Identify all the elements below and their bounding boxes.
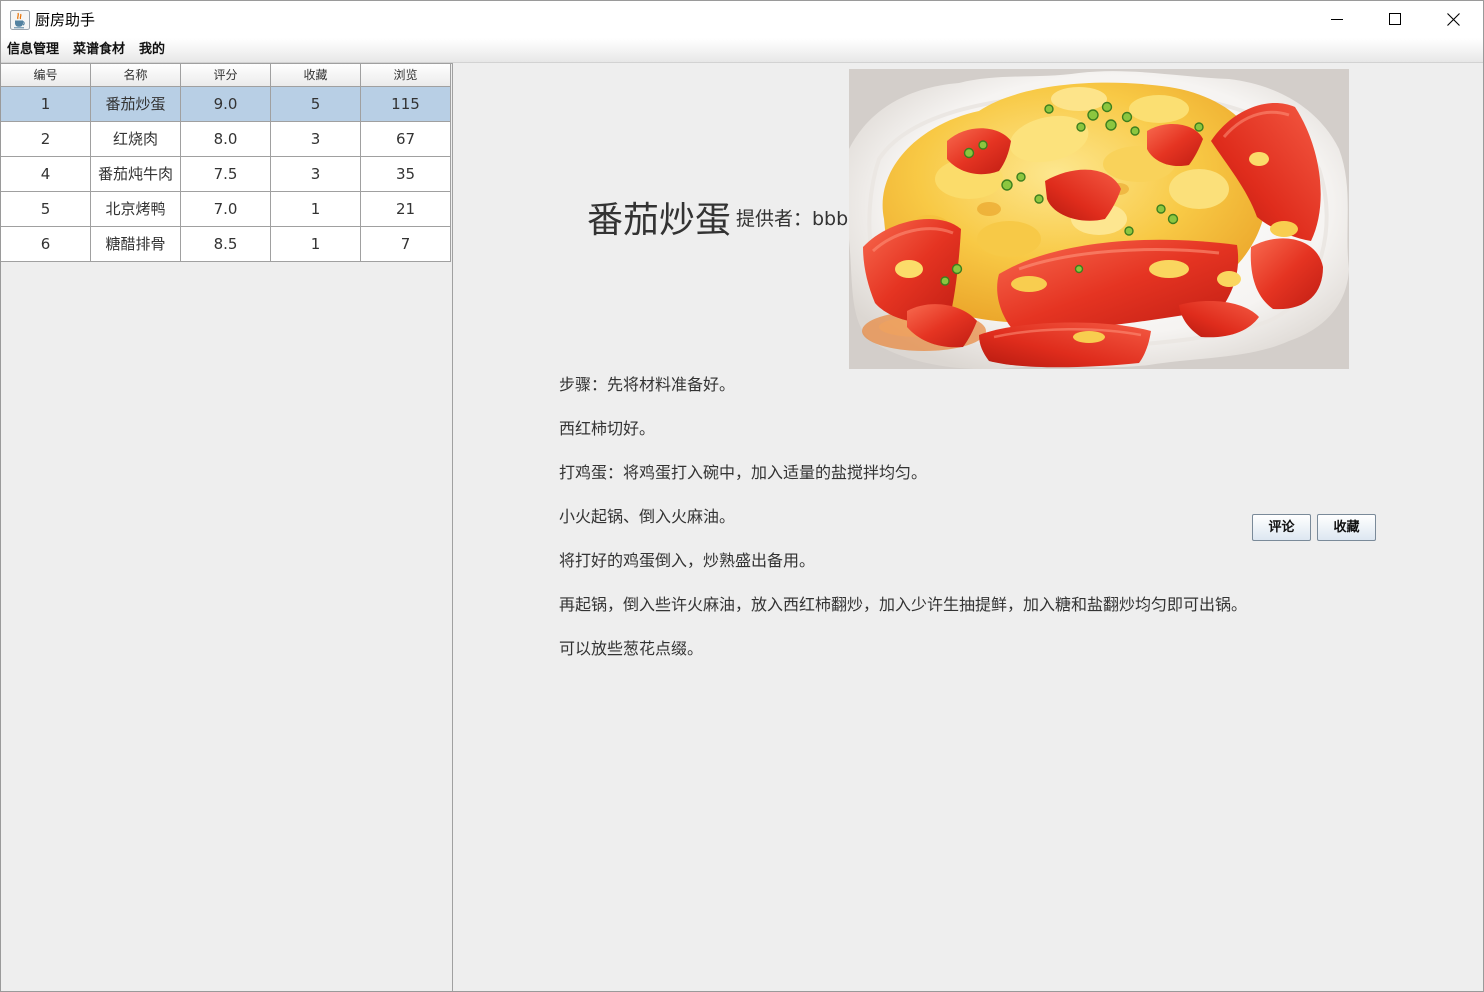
java-coffee-icon[interactable] xyxy=(10,10,30,30)
table-header: 编号 名称 评分 收藏 浏览 xyxy=(1,64,451,87)
column-header-rating[interactable]: 评分 xyxy=(181,64,271,87)
maximize-icon xyxy=(1389,13,1401,25)
cell-rating[interactable]: 8.0 xyxy=(181,122,271,157)
table-row[interactable]: 1 番茄炒蛋 9.0 5 115 xyxy=(1,87,451,122)
recipe-step: 打鸡蛋：将鸡蛋打入碗中，加入适量的盐搅拌均匀。 xyxy=(559,463,928,482)
cell-views[interactable]: 115 xyxy=(361,87,451,122)
cell-name[interactable]: 番茄炒蛋 xyxy=(91,87,181,122)
recipe-table-scrollpane: 编号 名称 评分 收藏 浏览 1 番茄炒蛋 9.0 5 115 2 红烧肉 8.… xyxy=(0,63,453,992)
cell-id[interactable]: 2 xyxy=(1,122,91,157)
recipe-step: 再起锅，倒入些许火麻油，放入西红柿翻炒，加入少许生抽提鲜，加入糖和盐翻炒均匀即可… xyxy=(559,595,1248,614)
cell-views[interactable]: 67 xyxy=(361,122,451,157)
recipe-step: 可以放些葱花点缀。 xyxy=(559,639,704,658)
cell-favorites[interactable]: 3 xyxy=(271,122,361,157)
minimize-button[interactable] xyxy=(1308,0,1366,38)
cell-rating[interactable]: 7.0 xyxy=(181,192,271,227)
cell-rating[interactable]: 9.0 xyxy=(181,87,271,122)
title-bar[interactable]: 厨房助手 xyxy=(0,0,1484,38)
menu-bar: 信息管理 菜谱食材 我的 xyxy=(0,38,1484,63)
cell-id[interactable]: 1 xyxy=(1,87,91,122)
table-row[interactable]: 4 番茄炖牛肉 7.5 3 35 xyxy=(1,157,451,192)
column-header-favorites[interactable]: 收藏 xyxy=(271,64,361,87)
favorite-button[interactable]: 收藏 xyxy=(1317,514,1376,541)
cell-rating[interactable]: 8.5 xyxy=(181,227,271,262)
menu-recipes-ingredients[interactable]: 菜谱食材 xyxy=(66,38,132,62)
cell-name[interactable]: 北京烤鸭 xyxy=(91,192,181,227)
table-row[interactable]: 6 糖醋排骨 8.5 1 7 xyxy=(1,227,451,262)
recipe-detail-panel: 番茄炒蛋 提供者：bbb 步骤：先将材料准备好。 西红柿切好。 打鸡蛋：将鸡蛋打… xyxy=(453,63,1484,992)
cell-favorites[interactable]: 1 xyxy=(271,227,361,262)
table-row[interactable]: 5 北京烤鸭 7.0 1 21 xyxy=(1,192,451,227)
cell-name[interactable]: 糖醋排骨 xyxy=(91,227,181,262)
window-title: 厨房助手 xyxy=(35,11,96,29)
minimize-icon xyxy=(1331,13,1343,25)
cell-views[interactable]: 35 xyxy=(361,157,451,192)
column-header-name[interactable]: 名称 xyxy=(91,64,181,87)
column-header-views[interactable]: 浏览 xyxy=(361,64,451,87)
cell-views[interactable]: 7 xyxy=(361,227,451,262)
column-header-id[interactable]: 编号 xyxy=(1,64,91,87)
recipe-step: 步骤：先将材料准备好。 xyxy=(559,375,736,394)
recipe-step: 西红柿切好。 xyxy=(559,419,656,438)
cell-favorites[interactable]: 1 xyxy=(271,192,361,227)
cell-views[interactable]: 21 xyxy=(361,192,451,227)
menu-info-management[interactable]: 信息管理 xyxy=(0,38,66,62)
cell-rating[interactable]: 7.5 xyxy=(181,157,271,192)
close-button[interactable] xyxy=(1424,0,1482,38)
cell-id[interactable]: 4 xyxy=(1,157,91,192)
comment-button[interactable]: 评论 xyxy=(1252,514,1311,541)
cell-favorites[interactable]: 5 xyxy=(271,87,361,122)
cell-id[interactable]: 6 xyxy=(1,227,91,262)
dish-photo xyxy=(849,69,1349,369)
cell-name[interactable]: 番茄炖牛肉 xyxy=(91,157,181,192)
recipe-step: 将打好的鸡蛋倒入，炒熟盛出备用。 xyxy=(559,551,816,570)
close-icon xyxy=(1446,12,1460,26)
app-window: 厨房助手 信息管理 菜谱食材 我的 编号 名称 评分 收藏 浏览 1 番茄炒蛋 … xyxy=(0,0,1484,992)
provider-label: 提供者：bbb xyxy=(736,208,849,230)
recipe-table: 编号 名称 评分 收藏 浏览 1 番茄炒蛋 9.0 5 115 2 红烧肉 8.… xyxy=(1,64,451,262)
window-controls xyxy=(1308,0,1482,38)
menu-mine[interactable]: 我的 xyxy=(132,38,172,62)
maximize-button[interactable] xyxy=(1366,0,1424,38)
cell-name[interactable]: 红烧肉 xyxy=(91,122,181,157)
cell-id[interactable]: 5 xyxy=(1,192,91,227)
table-row[interactable]: 2 红烧肉 8.0 3 67 xyxy=(1,122,451,157)
cell-favorites[interactable]: 3 xyxy=(271,157,361,192)
dish-title: 番茄炒蛋 xyxy=(587,200,732,241)
